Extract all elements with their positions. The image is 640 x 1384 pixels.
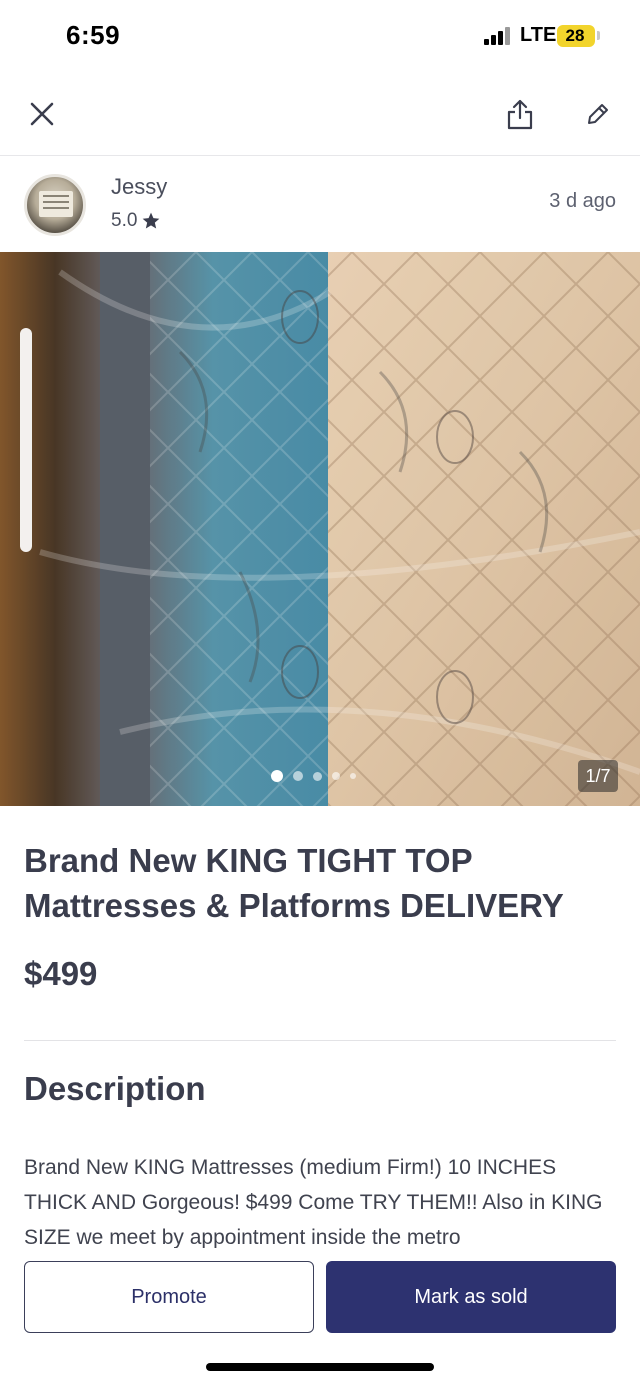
seller-row[interactable]: Jessy 5.0 3 d ago xyxy=(0,156,640,252)
avatar-photo-detail xyxy=(39,191,73,217)
pagination-dot[interactable] xyxy=(293,771,303,781)
nav-bar xyxy=(0,72,640,156)
pencil-icon xyxy=(588,104,608,124)
seller-name[interactable]: Jessy xyxy=(111,174,167,200)
bottom-action-bar: Promote Mark as sold xyxy=(0,1248,640,1384)
photo-pagination[interactable] xyxy=(271,769,356,783)
posted-time: 3 d ago xyxy=(549,190,616,212)
listing-price: $499 xyxy=(24,955,98,992)
status-time: 6:59 xyxy=(66,20,121,50)
close-icon xyxy=(30,102,54,126)
share-icon xyxy=(507,99,533,130)
divider xyxy=(24,1040,616,1041)
description-body: Brand New KING Mattresses (medium Firm!)… xyxy=(24,1156,603,1248)
mark-as-sold-button[interactable]: Mark as sold xyxy=(326,1261,616,1333)
photo-scroll-handle[interactable] xyxy=(20,328,32,552)
listing-title: Brand New KING TIGHT TOP Mattresses & Pl… xyxy=(24,842,564,924)
battery-tip xyxy=(597,31,600,40)
share-button[interactable] xyxy=(496,90,544,138)
battery-icon: 28 xyxy=(557,25,595,47)
listing-screen: 6:59 LTE 28 Jessy 5.0 3 d ago 1/7 Brand … xyxy=(0,0,640,1384)
seller-avatar[interactable] xyxy=(24,174,86,236)
pagination-dot[interactable] xyxy=(313,771,322,781)
network-label: LTE xyxy=(520,24,557,46)
home-indicator[interactable] xyxy=(206,1363,434,1371)
edit-button[interactable] xyxy=(574,90,622,138)
rating-value: 5.0 xyxy=(111,210,138,231)
photo-counter: 1/7 xyxy=(578,760,618,792)
pagination-dot[interactable] xyxy=(350,773,356,779)
mattress-photo xyxy=(0,252,640,806)
promote-button[interactable]: Promote xyxy=(24,1261,314,1333)
status-bar: 6:59 LTE 28 xyxy=(0,0,640,72)
description-heading: Description xyxy=(24,1070,206,1107)
close-button[interactable] xyxy=(18,90,66,138)
pagination-dot[interactable] xyxy=(332,772,340,780)
pagination-dot[interactable] xyxy=(271,770,283,782)
seller-rating: 5.0 xyxy=(111,210,161,232)
star-icon xyxy=(143,212,160,229)
signal-icon xyxy=(484,27,514,45)
listing-photo[interactable]: 1/7 xyxy=(0,252,640,806)
battery-level: 28 xyxy=(565,26,585,45)
